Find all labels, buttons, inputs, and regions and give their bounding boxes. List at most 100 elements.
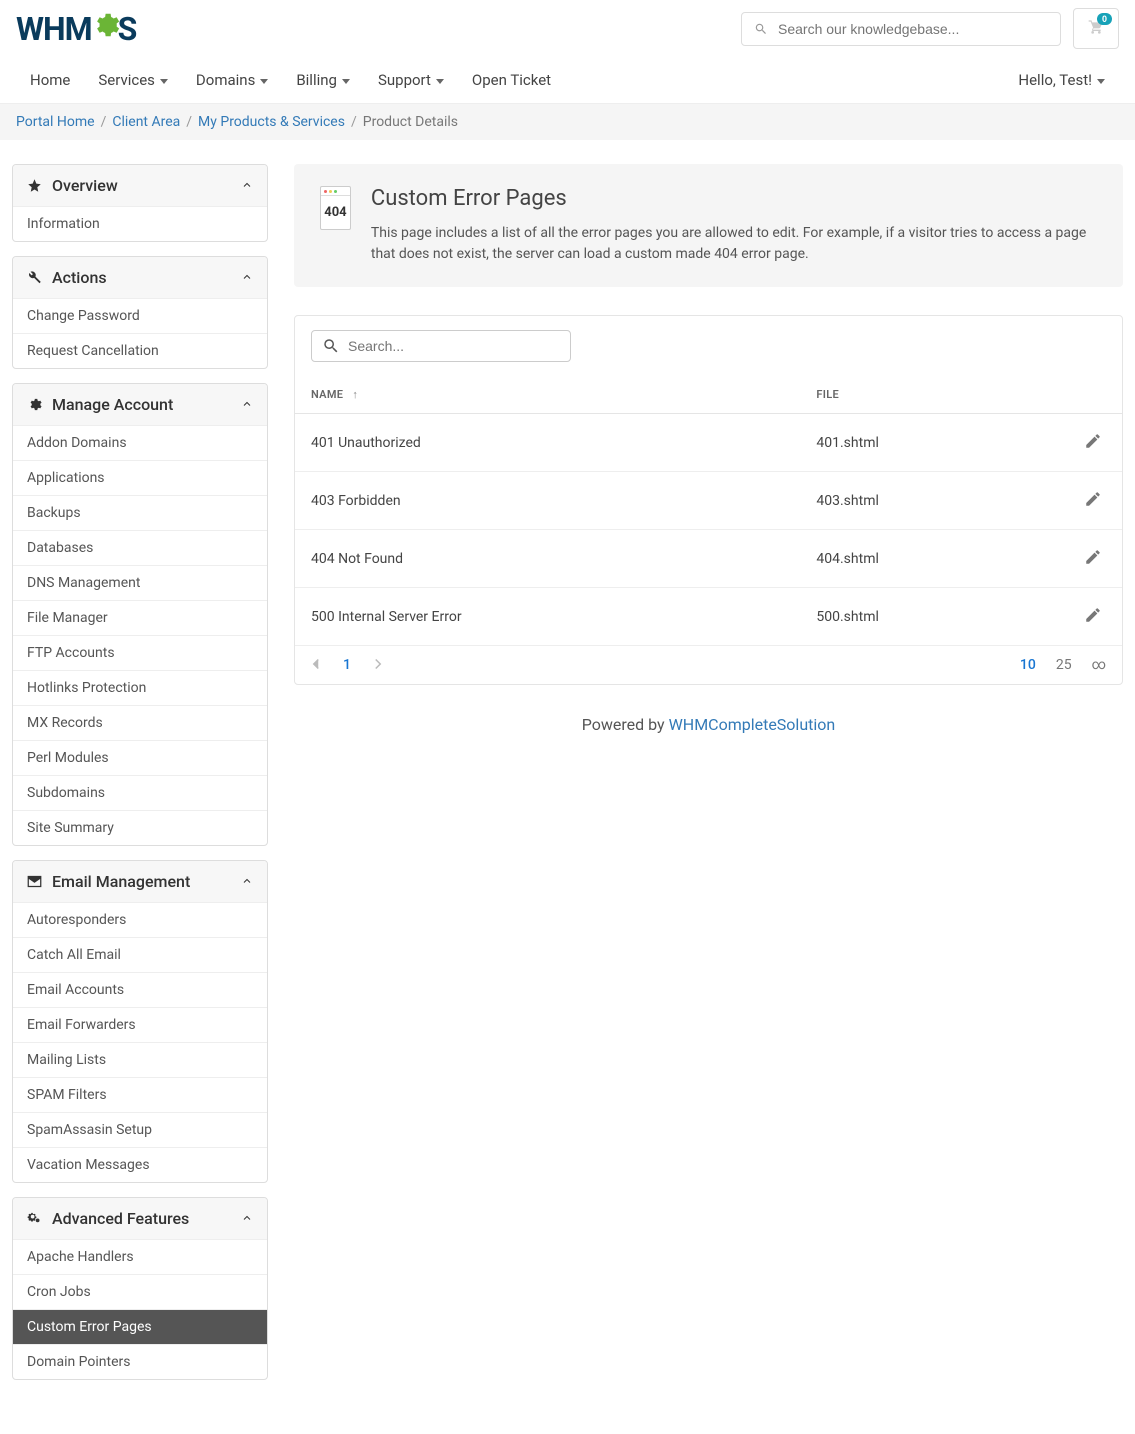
sidebar: OverviewInformation ActionsChange Passwor…: [12, 164, 268, 1394]
cell-actions: [1062, 472, 1122, 530]
pencil-icon: [1084, 548, 1102, 566]
cell-actions: [1062, 530, 1122, 588]
breadcrumb-current: Product Details: [363, 114, 458, 130]
chevron-up-icon: [241, 1212, 253, 1224]
sidebar-item-mx-records[interactable]: MX Records: [13, 705, 267, 740]
sidebar-item-backups[interactable]: Backups: [13, 495, 267, 530]
cell-file: 403.shtml: [800, 472, 1062, 530]
breadcrumb-sep: /: [101, 114, 107, 130]
nav-home[interactable]: Home: [16, 57, 84, 103]
edit-button[interactable]: [1080, 602, 1106, 631]
sidebar-item-change-password[interactable]: Change Password: [13, 298, 267, 333]
sidebar-item-apache-handlers[interactable]: Apache Handlers: [13, 1239, 267, 1274]
page-size-option[interactable]: 10: [1020, 657, 1036, 673]
col-name-header[interactable]: NAME ↑: [295, 376, 800, 414]
chevron-up-icon: [241, 271, 253, 283]
sidebar-item-ftp-accounts[interactable]: FTP Accounts: [13, 635, 267, 670]
page-next[interactable]: [373, 656, 383, 674]
kb-search-input[interactable]: [778, 21, 1048, 37]
sidebar-item-subdomains[interactable]: Subdomains: [13, 775, 267, 810]
table-search-input[interactable]: [348, 338, 560, 354]
table-search[interactable]: [311, 330, 571, 362]
chevron-up-icon: [241, 179, 253, 191]
search-icon: [754, 22, 768, 36]
nav-services[interactable]: Services: [84, 57, 182, 103]
logo[interactable]: WHM S: [16, 10, 136, 48]
sidebar-panel-advanced-features: Advanced FeaturesApache HandlersCron Job…: [12, 1197, 268, 1380]
container: OverviewInformation ActionsChange Passwor…: [0, 140, 1135, 1434]
panel-header[interactable]: Overview: [13, 165, 267, 206]
cell-name: 401 Unauthorized: [295, 414, 800, 472]
sidebar-item-email-forwarders[interactable]: Email Forwarders: [13, 1007, 267, 1042]
breadcrumb-link[interactable]: Portal Home: [16, 114, 95, 130]
sidebar-item-mailing-lists[interactable]: Mailing Lists: [13, 1042, 267, 1077]
pencil-icon: [1084, 432, 1102, 450]
nav-open-ticket[interactable]: Open Ticket: [458, 57, 565, 103]
sidebar-item-custom-error-pages[interactable]: Custom Error Pages: [13, 1309, 267, 1344]
nav-label: Billing: [296, 71, 337, 89]
main: 404 Custom Error Pages This page include…: [294, 164, 1123, 734]
user-greeting[interactable]: Hello, Test!: [1004, 57, 1119, 103]
header: WHM S 0: [0, 0, 1135, 57]
gear-icon: [90, 10, 120, 48]
cart-badge: 0: [1097, 13, 1112, 25]
header-right: 0: [741, 8, 1119, 49]
panel-header[interactable]: Advanced Features: [13, 1198, 267, 1239]
edit-button[interactable]: [1080, 544, 1106, 573]
sidebar-item-hotlinks-protection[interactable]: Hotlinks Protection: [13, 670, 267, 705]
gear-icon: [27, 397, 42, 412]
greeting-text: Hello, Test!: [1018, 71, 1092, 89]
nav-billing[interactable]: Billing: [282, 57, 364, 103]
sidebar-item-autoresponders[interactable]: Autoresponders: [13, 902, 267, 937]
sidebar-item-perl-modules[interactable]: Perl Modules: [13, 740, 267, 775]
sidebar-item-applications[interactable]: Applications: [13, 460, 267, 495]
sidebar-item-cron-jobs[interactable]: Cron Jobs: [13, 1274, 267, 1309]
footer-link[interactable]: WHMCompleteSolution: [669, 715, 836, 734]
breadcrumb-link[interactable]: My Products & Services: [198, 114, 345, 130]
cell-file: 401.shtml: [800, 414, 1062, 472]
table-row: 401 Unauthorized401.shtml: [295, 414, 1122, 472]
page-size-option[interactable]: 25: [1056, 657, 1072, 673]
page-description: This page includes a list of all the err…: [371, 223, 1097, 265]
panel-header[interactable]: Manage Account: [13, 384, 267, 425]
edit-button[interactable]: [1080, 428, 1106, 457]
sidebar-item-addon-domains[interactable]: Addon Domains: [13, 425, 267, 460]
sidebar-item-file-manager[interactable]: File Manager: [13, 600, 267, 635]
sidebar-item-site-summary[interactable]: Site Summary: [13, 810, 267, 845]
sidebar-item-spamassasin-setup[interactable]: SpamAssasin Setup: [13, 1112, 267, 1147]
sidebar-item-dns-management[interactable]: DNS Management: [13, 565, 267, 600]
edit-button[interactable]: [1080, 486, 1106, 515]
search-icon: [322, 337, 340, 355]
sidebar-item-information[interactable]: Information: [13, 206, 267, 241]
sidebar-item-domain-pointers[interactable]: Domain Pointers: [13, 1344, 267, 1379]
sidebar-item-email-accounts[interactable]: Email Accounts: [13, 972, 267, 1007]
cell-name: 500 Internal Server Error: [295, 588, 800, 646]
chevron-down-icon: [160, 79, 168, 84]
window-titlebar-icon: [321, 187, 350, 196]
sidebar-item-request-cancellation[interactable]: Request Cancellation: [13, 333, 267, 368]
sidebar-item-databases[interactable]: Databases: [13, 530, 267, 565]
sidebar-item-spam-filters[interactable]: SPAM Filters: [13, 1077, 267, 1112]
col-file-header[interactable]: FILE: [800, 376, 1062, 414]
sidebar-panel-actions: ActionsChange PasswordRequest Cancellati…: [12, 256, 268, 369]
kb-search[interactable]: [741, 12, 1061, 46]
nav-domains[interactable]: Domains: [182, 57, 282, 103]
panel-header[interactable]: Email Management: [13, 861, 267, 902]
cart-button[interactable]: 0: [1073, 8, 1119, 49]
page-prev[interactable]: [311, 656, 321, 674]
panel-header[interactable]: Actions: [13, 257, 267, 298]
page-size-option[interactable]: ∞: [1092, 657, 1106, 673]
cell-actions: [1062, 414, 1122, 472]
navbar: HomeServicesDomains Billing SupportOpen Ti…: [0, 57, 1135, 104]
nav-support[interactable]: Support: [364, 57, 458, 103]
main-header-text: Custom Error Pages This page includes a …: [371, 186, 1097, 265]
sidebar-item-vacation-messages[interactable]: Vacation Messages: [13, 1147, 267, 1182]
col-actions-header: [1062, 376, 1122, 414]
page-current[interactable]: 1: [343, 657, 351, 673]
error-pages-table-card: NAME ↑ FILE 401 Unauthorized401.shtml403…: [294, 315, 1123, 685]
breadcrumb: Portal Home/Client Area/My Products & Se…: [0, 104, 1135, 140]
sidebar-item-catch-all-email[interactable]: Catch All Email: [13, 937, 267, 972]
sort-asc-icon: ↑: [352, 388, 358, 401]
breadcrumb-link[interactable]: Client Area: [112, 114, 180, 130]
pencil-icon: [1084, 606, 1102, 624]
